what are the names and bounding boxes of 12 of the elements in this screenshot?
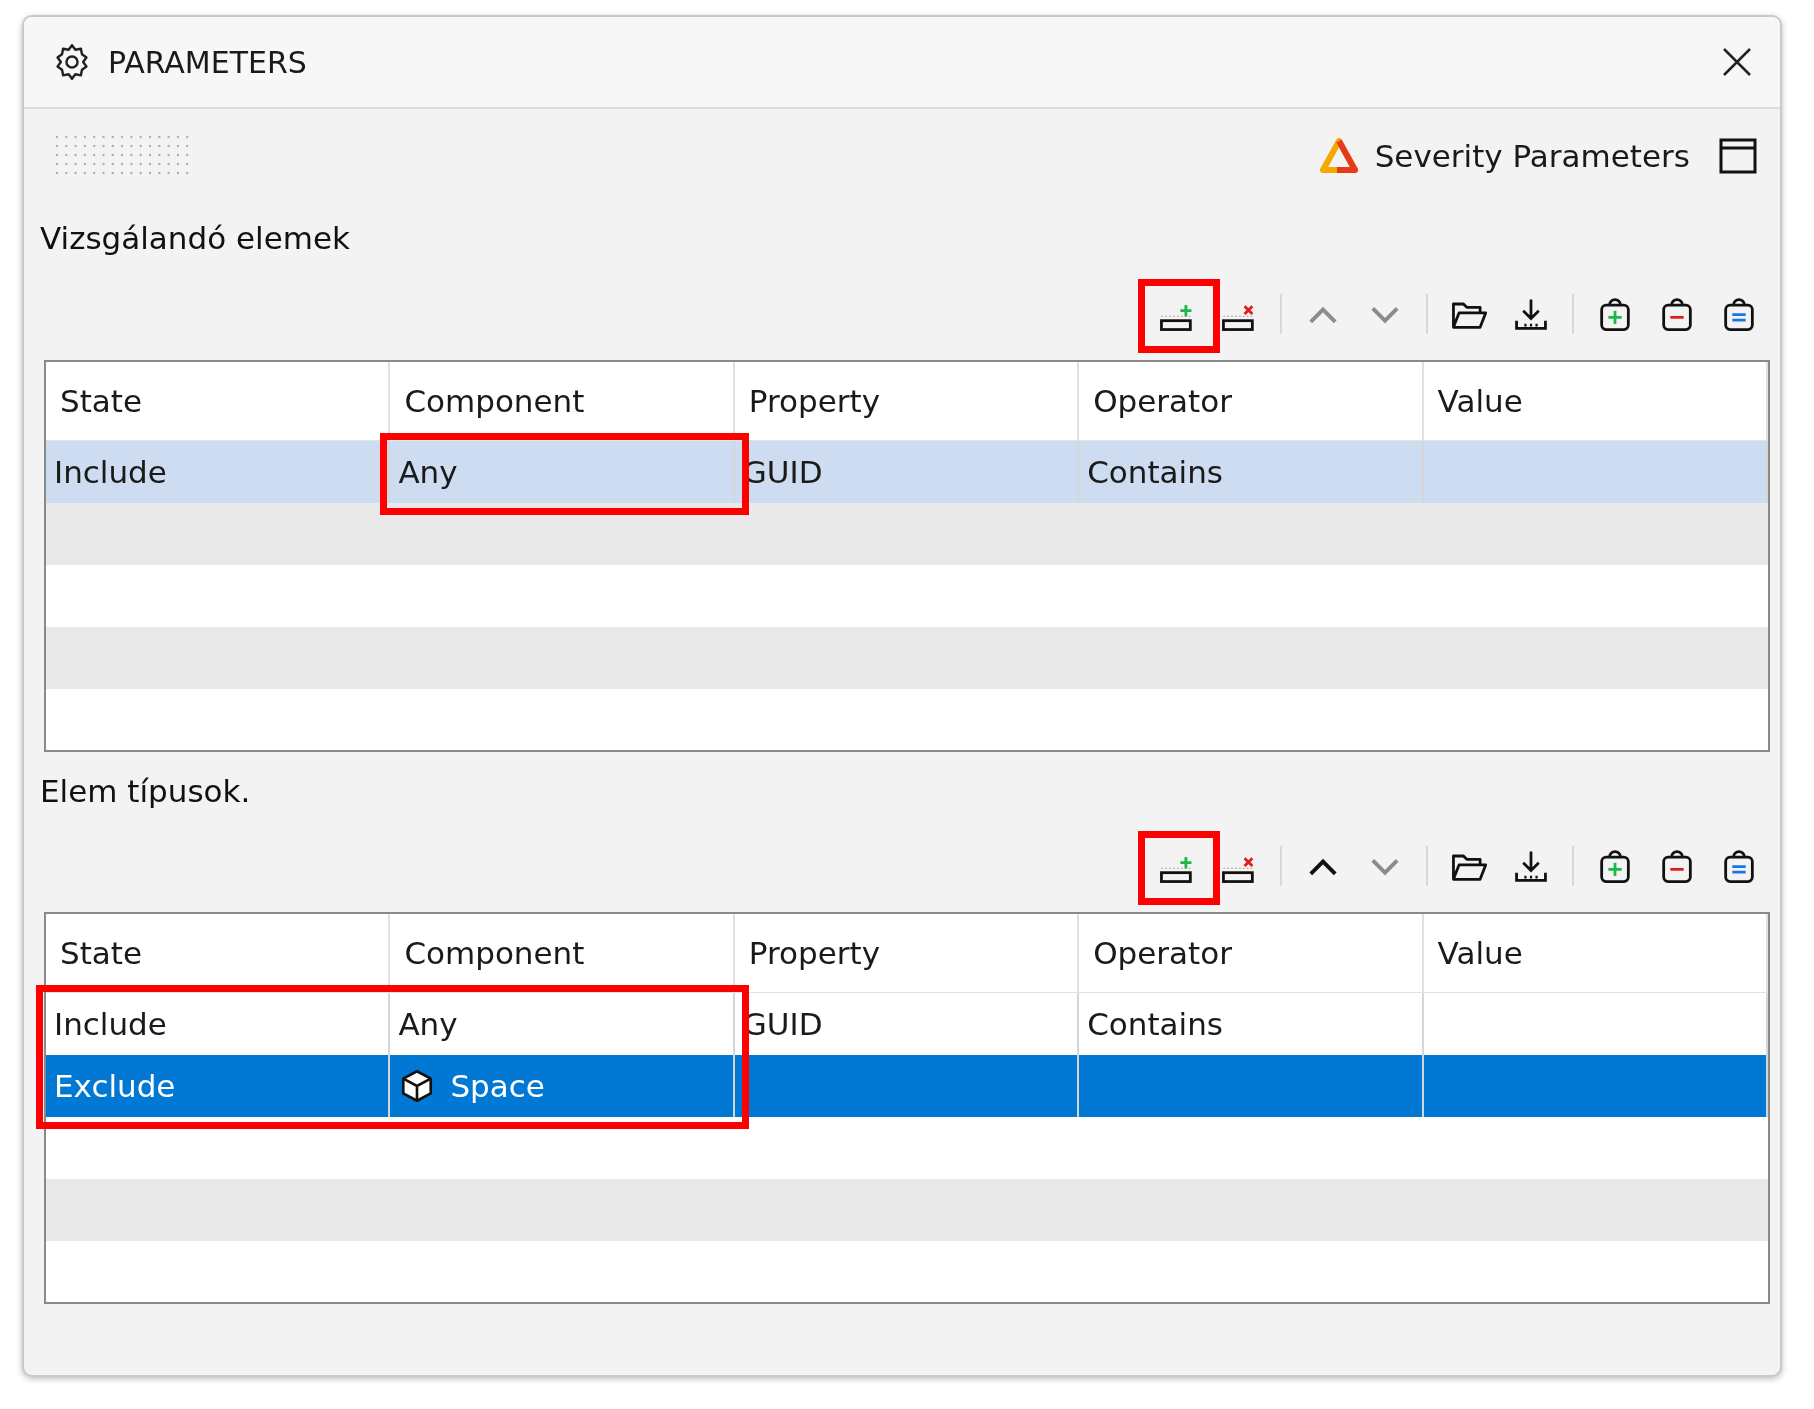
column-header[interactable]: Property: [734, 914, 1080, 992]
severity-parameters-label[interactable]: Severity Parameters: [1374, 137, 1690, 174]
section-label: Elem típusok.: [39, 772, 251, 811]
column-header[interactable]: Value: [1423, 914, 1768, 992]
column-header[interactable]: Operator: [1079, 914, 1424, 992]
table-cell-text: Space: [450, 1068, 545, 1104]
section-label: Vizsgálandó elemek: [39, 219, 350, 258]
column-header[interactable]: Component: [390, 914, 735, 992]
window-title: PARAMETERS: [108, 44, 308, 80]
table-row[interactable]: Exclude Space: [46, 1055, 1768, 1117]
column-header[interactable]: State: [46, 914, 391, 992]
table-cell: Exclude: [46, 1055, 391, 1117]
